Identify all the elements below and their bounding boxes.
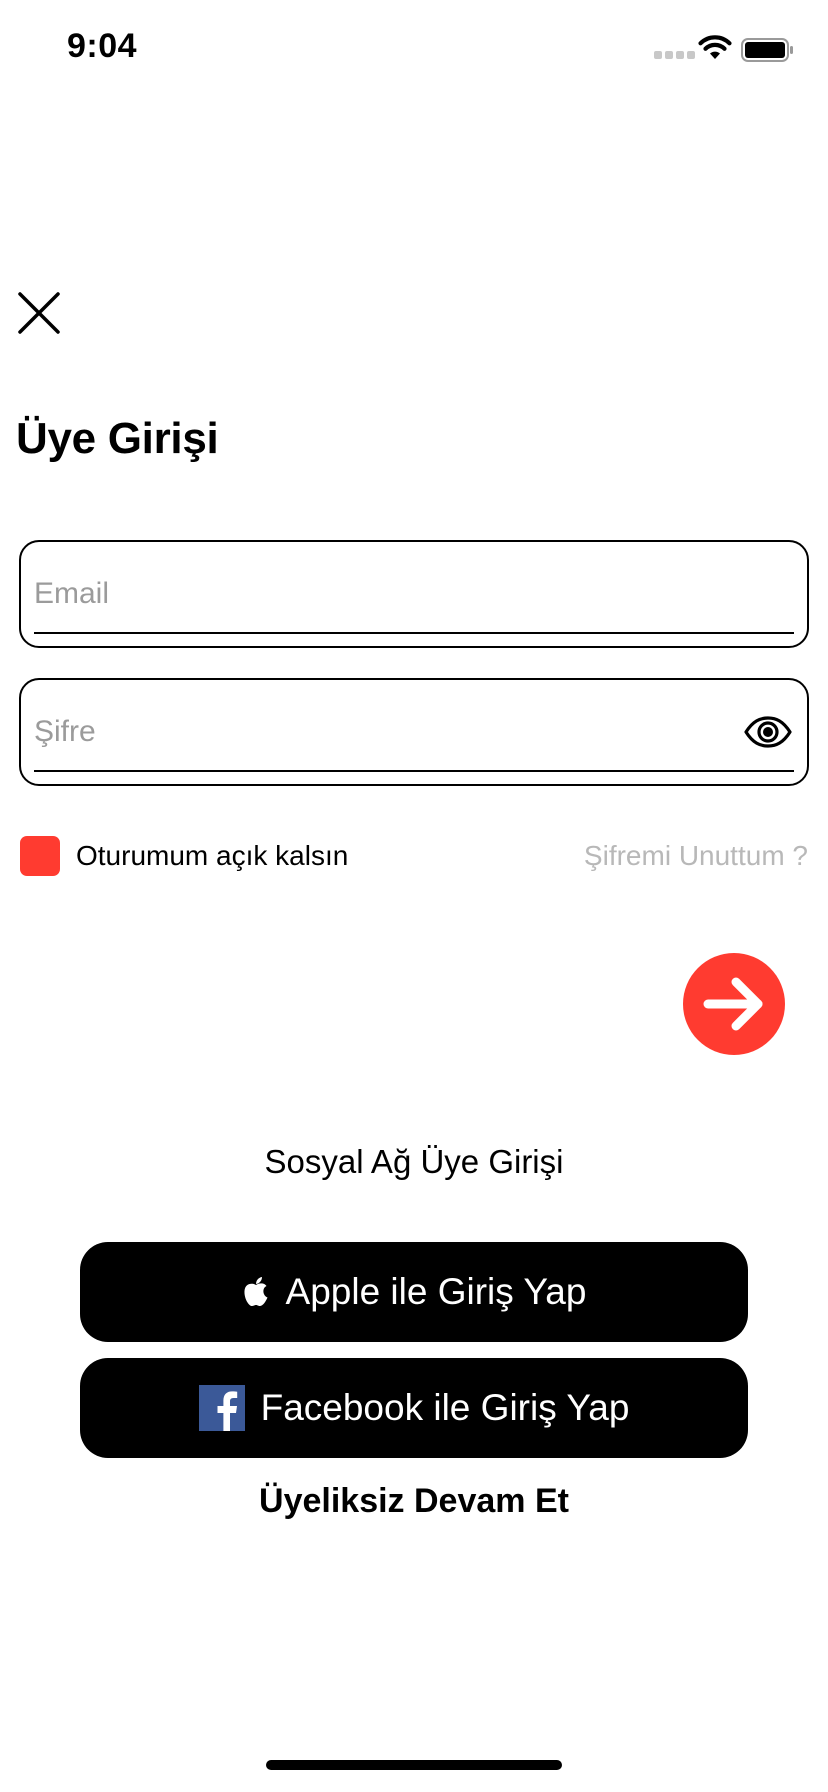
status-time: 9:04 — [67, 27, 138, 65]
home-indicator — [266, 1760, 562, 1770]
facebook-login-label: Facebook ile Giriş Yap — [260, 1387, 630, 1428]
apple-logo-icon — [242, 1276, 270, 1308]
arrow-right-icon — [703, 977, 763, 1031]
page-title: Üye Girişi — [16, 414, 219, 463]
eye-icon[interactable] — [744, 716, 792, 748]
apple-login-button[interactable]: Apple ile Giriş Yap — [80, 1242, 748, 1342]
email-field-container — [19, 540, 809, 648]
apple-login-label: Apple ile Giriş Yap — [285, 1271, 587, 1312]
remember-me-checkbox[interactable] — [20, 836, 60, 876]
email-field[interactable] — [34, 572, 714, 616]
continue-as-guest-link[interactable]: Üyeliksiz Devam Et — [0, 1482, 828, 1521]
password-field-container — [19, 678, 809, 786]
facebook-logo-icon — [198, 1385, 245, 1431]
forgot-password-link[interactable]: Şifremi Unuttum ? — [584, 840, 808, 872]
email-field-underline — [34, 632, 794, 634]
battery-icon — [741, 38, 793, 62]
wifi-icon — [698, 35, 732, 59]
status-bar: 9:04 — [0, 0, 828, 100]
cellular-signal-icon — [654, 51, 695, 59]
password-field[interactable] — [34, 710, 714, 754]
facebook-login-button[interactable]: Facebook ile Giriş Yap — [80, 1358, 748, 1458]
submit-button[interactable] — [683, 953, 785, 1055]
social-login-heading: Sosyal Ağ Üye Girişi — [264, 1143, 564, 1180]
password-field-underline — [34, 770, 794, 772]
login-screen: 9:04 Üye Girişi Email Oturumum açık kals… — [0, 0, 828, 1792]
close-icon[interactable] — [16, 290, 62, 336]
remember-me-label: Oturumum açık kalsın — [76, 840, 349, 871]
